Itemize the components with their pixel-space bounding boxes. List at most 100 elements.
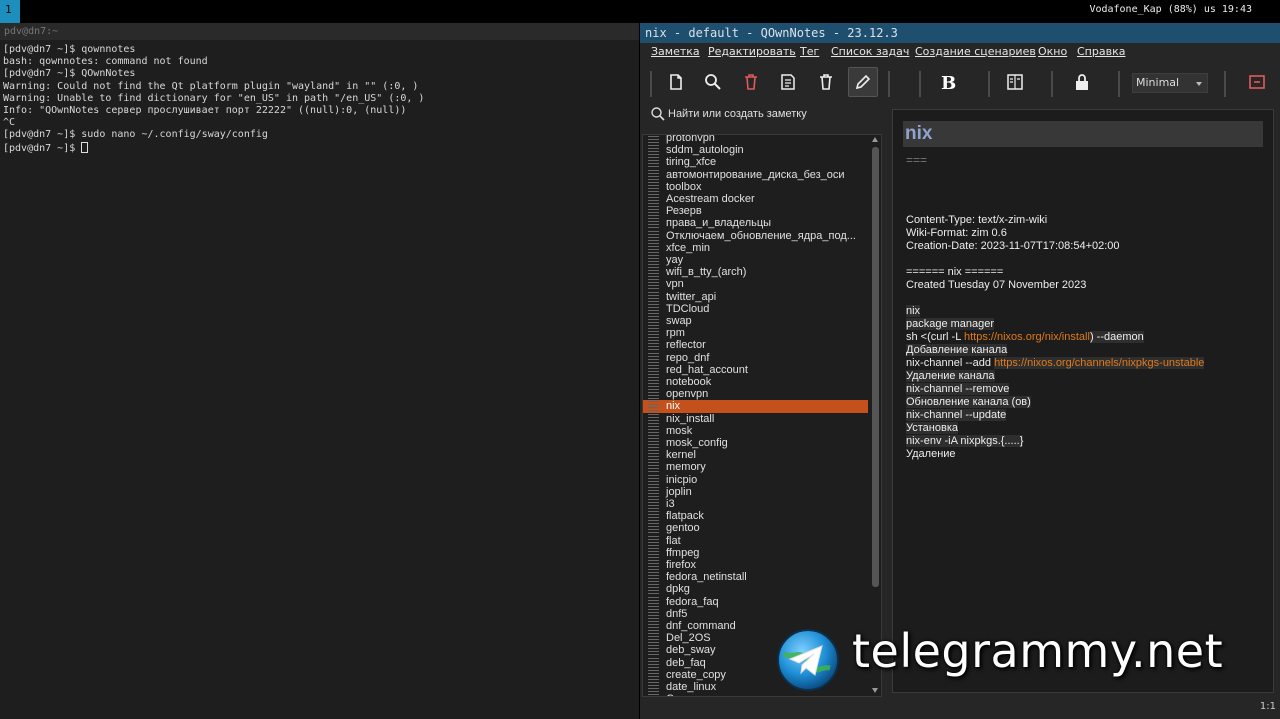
note-title: TDCloud [666, 302, 710, 315]
menu-tag[interactable]: Тег [800, 45, 819, 58]
note-list-item[interactable]: twitter_api [643, 291, 868, 303]
note-icon [648, 682, 659, 692]
note-list-item[interactable]: права_и_владельцы [643, 217, 868, 229]
search-icon [651, 107, 665, 121]
body-line: nix-channel --add [906, 357, 995, 369]
note-list-item[interactable]: protonvpn [643, 135, 868, 144]
note-list-item[interactable]: gentoo [643, 522, 868, 534]
note-list-item[interactable]: TDCloud [643, 303, 868, 315]
note-list-item[interactable]: Acestream docker [643, 193, 868, 205]
workspace-button[interactable]: 1 [0, 0, 20, 23]
lock-icon[interactable] [1067, 67, 1097, 97]
note-title: автомонтирование_диска_без_оси [666, 168, 845, 181]
search-icon[interactable] [698, 67, 728, 97]
terminal-line: Info: "QOwnNotes сервер прослушивает пор… [3, 105, 407, 117]
scrollbar-thumb[interactable] [872, 147, 879, 587]
toolbar-separator [1224, 71, 1226, 97]
note-icon [648, 291, 659, 302]
note-icon [648, 194, 659, 204]
toolbar-separator [1051, 71, 1053, 97]
menu-todo[interactable]: Список задач [831, 45, 909, 58]
note-list-item[interactable]: swap [643, 315, 868, 327]
bold-icon[interactable]: B [933, 67, 963, 97]
scroll-up-icon[interactable] [872, 137, 878, 142]
telegram-globe-icon [777, 629, 839, 691]
note-list-item[interactable]: mosk [643, 425, 868, 437]
new-note-icon[interactable] [661, 67, 691, 97]
note-list-item[interactable]: firefox [643, 559, 868, 571]
terminal-output[interactable]: [pdv@dn7 ~]$ qownnotes bash: qownnotes: c… [0, 40, 639, 155]
note-list-item[interactable]: tiring_xfce [643, 156, 868, 168]
view-mode-select[interactable]: Minimal [1132, 73, 1208, 93]
search-input[interactable] [668, 103, 880, 125]
pencil-icon[interactable] [848, 67, 878, 97]
menu-bar: Заметка Редактировать Тег Список задач С… [640, 43, 1280, 61]
note-list-item[interactable]: wifi_в_tty_(arch) [643, 266, 868, 278]
scrollbar[interactable] [870, 135, 881, 696]
note-list-item[interactable]: kernel [643, 449, 868, 461]
delete-note-icon[interactable] [736, 67, 766, 97]
toolbar: B Minimal [640, 63, 1280, 101]
note-list[interactable]: protonvpn sddm_autologin tiring_xfce автомо… [642, 134, 882, 697]
note-list-item[interactable]: vpn [643, 278, 868, 290]
note-list-item[interactable]: memory [643, 461, 868, 473]
note-list-item[interactable]: repo_dnf [643, 352, 868, 364]
note-list-item[interactable]: openvpn [643, 388, 868, 400]
note-title: reflector [666, 339, 706, 352]
qownnotes-window[interactable]: nix - default - QOwnNotes - 23.12.3 Заме… [640, 23, 1280, 719]
watermark: telegrammy.net [776, 624, 1266, 692]
note-list-item[interactable]: fedora_faq [643, 596, 868, 608]
note-list-item[interactable]: fedora_netinstall [643, 571, 868, 583]
note-list-item[interactable]: автомонтирование_диска_без_оси [643, 169, 868, 181]
menu-window[interactable]: Окно [1038, 45, 1067, 58]
note-list-item[interactable]: Отключаем_обновление_ядра_под... [643, 230, 868, 242]
note-list-item[interactable]: flat [643, 535, 868, 547]
terminal-prompt-line[interactable]: [pdv@dn7 ~]$ [3, 141, 639, 155]
note-list-item[interactable]: sddm_autologin [643, 144, 868, 156]
menu-note[interactable]: Заметка [651, 45, 700, 58]
note-list-item[interactable]: dnf5 [643, 608, 868, 620]
note-icon [648, 584, 659, 595]
split-view-icon[interactable] [1000, 67, 1030, 97]
channel-link[interactable]: https://nixos.org/channels/nixpkgs-unsta… [994, 357, 1205, 369]
note-icon [648, 364, 659, 375]
note-list-item[interactable]: xfce_min [643, 242, 868, 254]
body-line: Установка [906, 422, 958, 434]
note-list-item[interactable]: mosk_config [643, 437, 868, 449]
note-list-item[interactable]: nix_install [643, 413, 868, 425]
close-panel-icon[interactable] [1242, 67, 1272, 97]
note-list-item[interactable]: inicpio [643, 474, 868, 486]
edit-list-icon[interactable] [773, 67, 803, 97]
menu-scripting[interactable]: Создание сценариев [915, 45, 1036, 58]
terminal-window[interactable]: pdv@dn7:~ [pdv@dn7 ~]$ qownnotes bash: qo… [0, 23, 639, 719]
note-list-item[interactable]: i3 [643, 498, 868, 510]
note-list-item[interactable]: rpm [643, 327, 868, 339]
note-list-item[interactable]: flatpack [643, 510, 868, 522]
note-list-item[interactable]: joplin [643, 486, 868, 498]
note-title: yay [666, 254, 684, 266]
menu-edit[interactable]: Редактировать [708, 45, 796, 58]
trash-icon[interactable] [811, 67, 841, 97]
note-list-item[interactable]: toolbox [643, 181, 868, 193]
note-list-item[interactable]: yay [643, 254, 868, 266]
note-title: dpkg [666, 583, 690, 596]
meta-line: Content-Type: text/x-zim-wiki [906, 214, 1048, 226]
note-title: red_hat_account [666, 363, 748, 376]
note-list-item[interactable]: nix [643, 400, 868, 413]
note-icon [648, 279, 659, 290]
note-list-item[interactable]: ffmpeg [643, 547, 868, 559]
note-title: flatpack [666, 510, 704, 523]
note-list-item[interactable]: reflector [643, 339, 868, 351]
note-editor[interactable]: nix === Content-Type: text/x-zim-wiki Wi… [892, 109, 1274, 693]
terminal-line: Warning: Unable to find dictionary for "… [3, 92, 425, 104]
watermark-text: telegrammy.net [852, 624, 1224, 678]
note-list-item[interactable]: red_hat_account [643, 364, 868, 376]
note-list-item[interactable]: Резерв [643, 205, 868, 217]
note-list-item[interactable]: notebook [643, 376, 868, 388]
note-title: rpm [666, 327, 685, 340]
note-list-item[interactable]: dpkg [643, 583, 868, 595]
install-link[interactable]: https://nixos.org/nix/install [964, 331, 1090, 343]
menu-help[interactable]: Справка [1077, 45, 1125, 58]
note-list-item[interactable]: Cens [643, 693, 868, 696]
body-line: package manager [906, 318, 995, 330]
